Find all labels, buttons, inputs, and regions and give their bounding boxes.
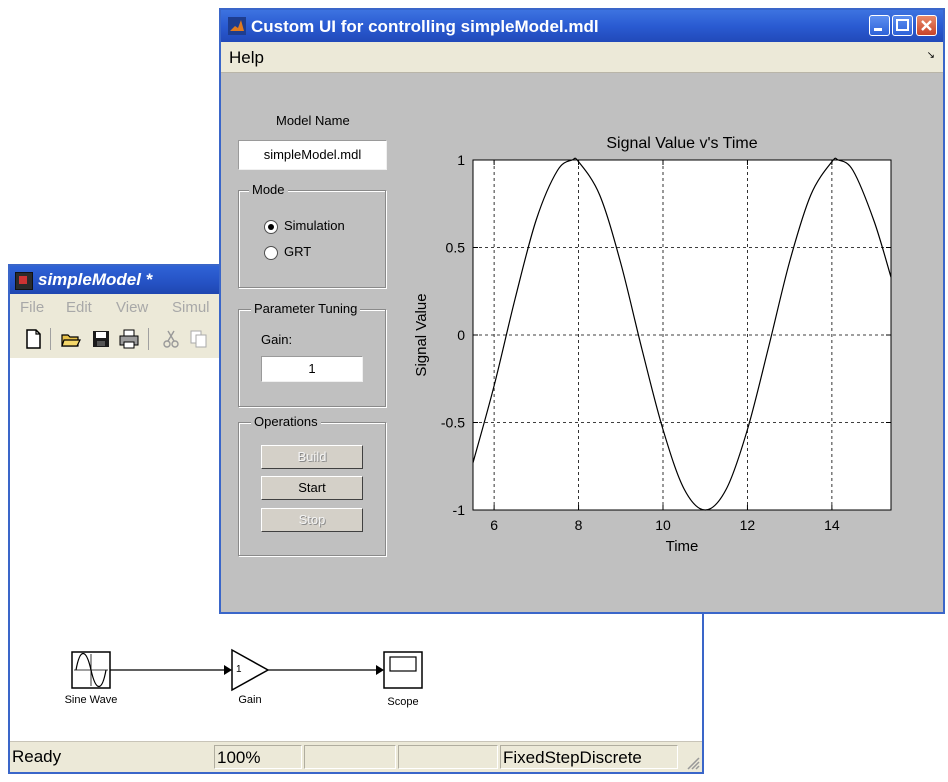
y-axis-label: Signal Value [413,293,430,376]
x-tick-label: 6 [490,517,498,533]
y-tick-label: 0.5 [446,240,466,256]
new-icon[interactable] [22,328,44,350]
y-tick-label: -0.5 [441,415,465,431]
copy-icon[interactable] [188,328,210,350]
status-zoom: 100% [214,745,302,769]
print-icon[interactable] [118,328,140,350]
scope-block[interactable] [383,651,423,689]
x-tick-label: 10 [655,517,671,533]
y-tick-label: -1 [453,502,466,518]
status-solver: FixedStepDiscrete [500,745,678,769]
custom-ui-window: Custom UI for controlling simpleModel.md… [219,8,945,614]
toolbar-separator [50,328,51,350]
plot-title: Signal Value v's Time [606,135,757,152]
menu-simulation[interactable]: Simul [172,299,210,316]
status-empty-cell [304,745,396,769]
x-tick-label: 12 [740,517,756,533]
open-icon[interactable] [60,328,82,350]
y-tick-label: 0 [457,327,465,343]
signal-plot: 6 8 10 12 14 1 0.5 0 -0.5 -1 Signal Value v's Tim… [413,135,892,555]
sine-wave-block[interactable] [71,651,111,689]
resize-grip-icon[interactable] [684,754,700,770]
menu-file[interactable]: File [20,299,44,316]
menu-view[interactable]: View [116,299,148,316]
scope-label: Scope [387,696,419,708]
status-bar: Ready 100% FixedStepDiscrete [10,741,702,772]
simulink-model-icon [15,272,33,290]
simple-model-title: simpleModel * [38,270,153,289]
cut-icon[interactable] [160,328,182,350]
x-tick-label: 14 [824,517,840,533]
menu-edit[interactable]: Edit [66,299,92,316]
signal-line-sine-to-gain[interactable] [110,665,232,675]
signal-line-gain-to-scope[interactable] [268,665,384,675]
x-axis-label: Time [666,538,699,555]
status-empty-cell [398,745,498,769]
x-tick-label: 8 [575,517,583,533]
toolbar-separator [148,328,149,350]
sine-wave-label: Sine Wave [64,694,118,706]
gain-label: Gain [238,694,262,706]
save-icon[interactable] [90,328,112,350]
gain-block-value: 1 [236,664,242,675]
y-tick-label: 1 [457,152,465,168]
status-ready: Ready [12,747,62,766]
